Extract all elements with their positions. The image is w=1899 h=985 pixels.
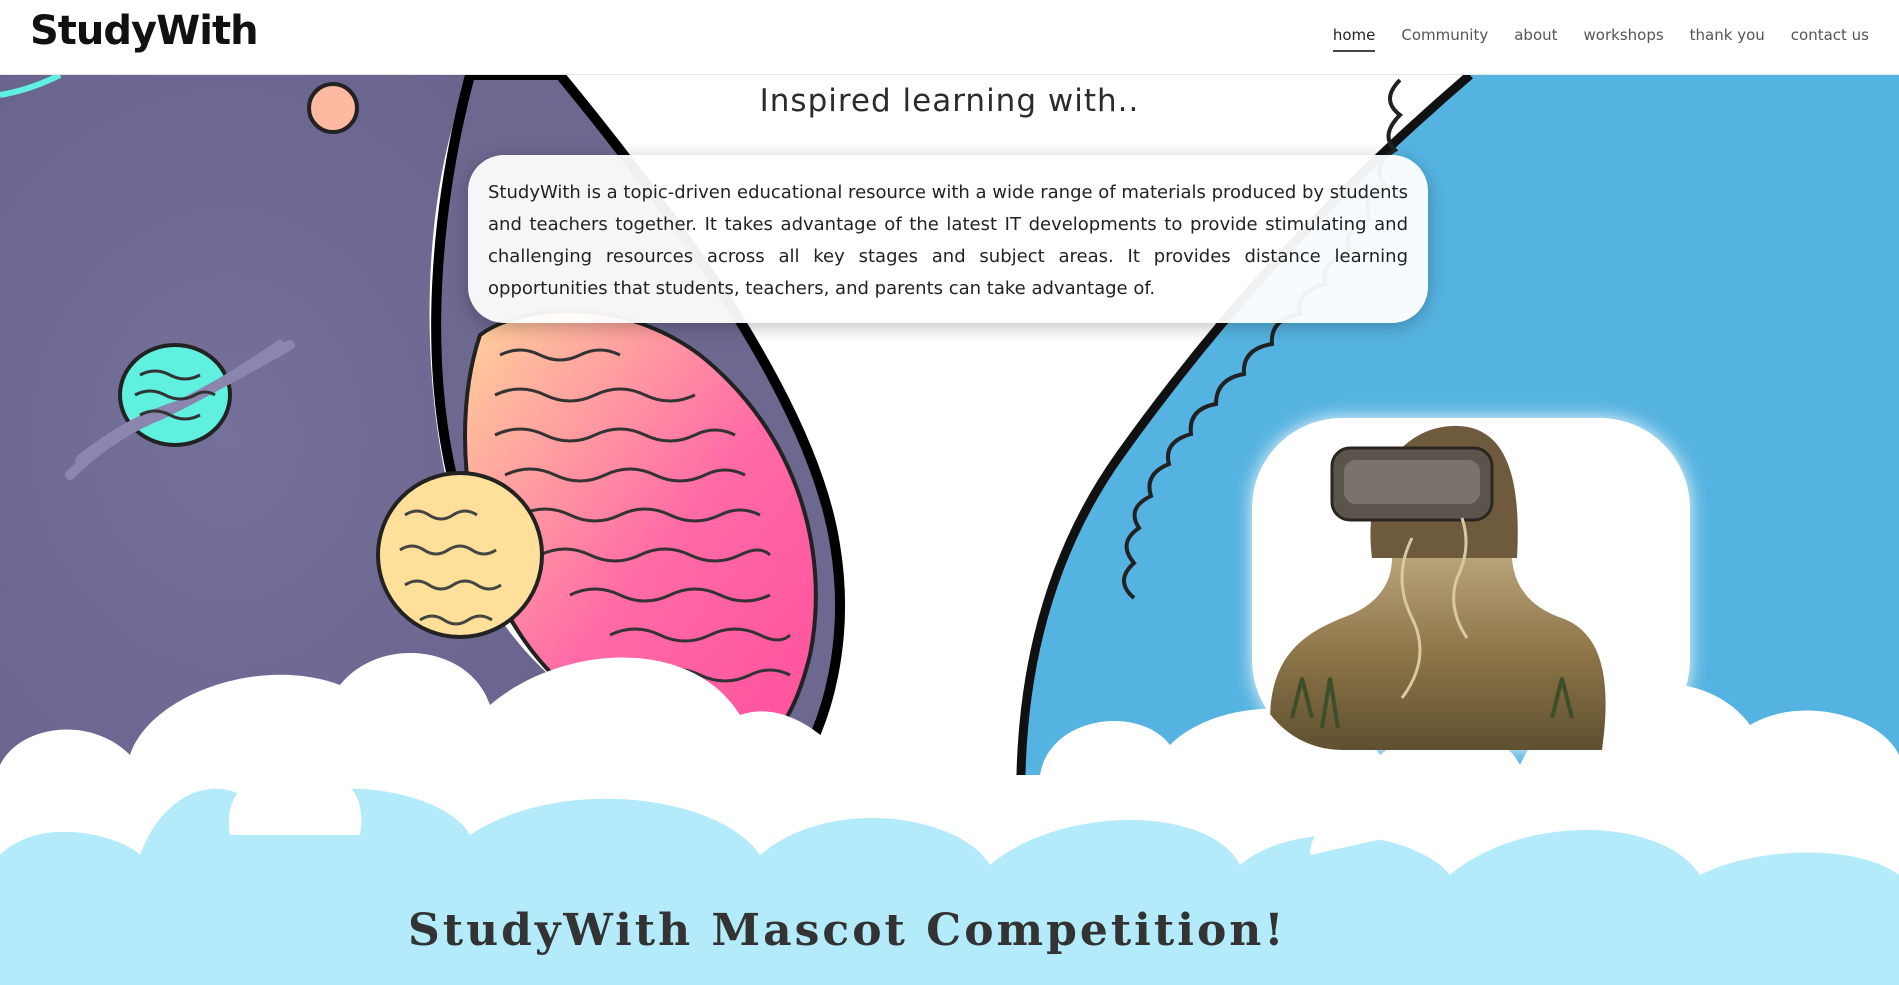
nav-workshops[interactable]: workshops <box>1584 26 1664 52</box>
intro-card: StudyWith is a topic-driven educational … <box>468 155 1428 323</box>
site-logo[interactable]: StudyWith <box>30 8 259 54</box>
nav-contact-us[interactable]: contact us <box>1791 26 1869 52</box>
main-nav: home Community about workshops thank you… <box>1332 26 1869 52</box>
nav-thank-you[interactable]: thank you <box>1690 26 1765 52</box>
vr-headset-visor <box>1344 460 1480 504</box>
person-body <box>1270 558 1606 750</box>
competition-section-title: StudyWith Mascot Competition! <box>408 905 1287 956</box>
nav-home[interactable]: home <box>1332 26 1376 52</box>
site-header: StudyWith home Community about workshops… <box>0 0 1899 75</box>
nav-about[interactable]: about <box>1514 26 1557 52</box>
yellow-planet <box>376 471 544 639</box>
intro-paragraph: StudyWith is a topic-driven educational … <box>488 182 1408 299</box>
nav-community[interactable]: Community <box>1401 26 1488 52</box>
hero-tagline: Inspired learning with.. <box>759 83 1140 119</box>
vr-headset-person-image <box>1270 425 1606 750</box>
vr-image-card <box>1252 418 1690 750</box>
